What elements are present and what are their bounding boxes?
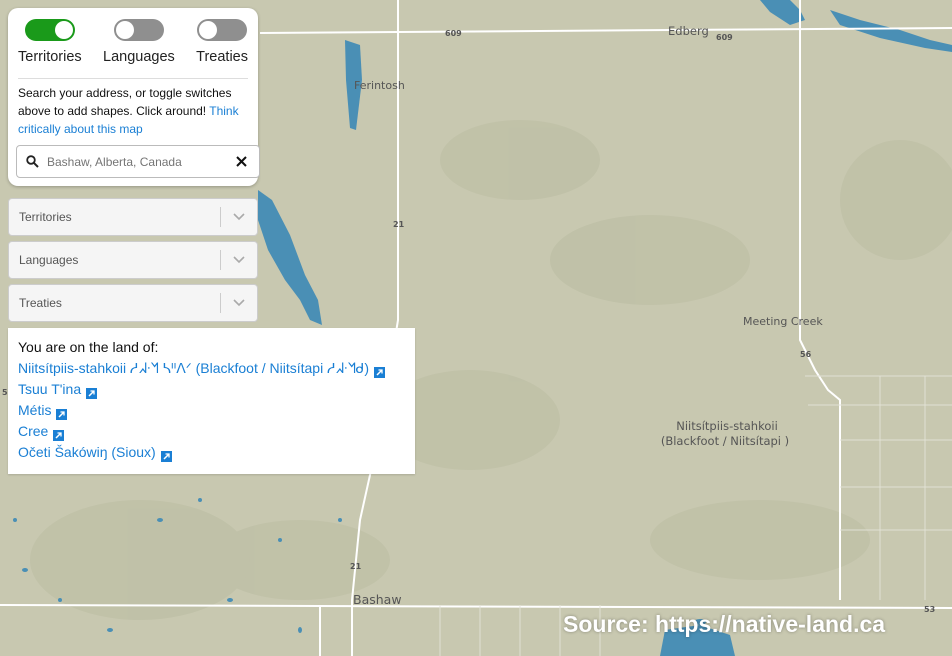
territory-label-subtitle: (Blackfoot / Niitsítapi ) — [661, 434, 789, 448]
switch-knob — [54, 21, 73, 39]
panel-divider — [18, 78, 248, 79]
land-of-panel: You are on the land of: Niitsítpiis-stah… — [8, 328, 415, 474]
land-of-title: You are on the land of: — [18, 339, 159, 355]
languages-dropdown[interactable]: Languages — [8, 241, 258, 279]
road-number: 609 — [716, 33, 733, 42]
land-item-label[interactable]: Očeti Šakówiŋ (Sioux) — [18, 442, 156, 463]
territories-switch[interactable] — [24, 19, 75, 41]
road-number: 53 — [924, 605, 935, 614]
address-search[interactable] — [16, 145, 260, 178]
treaties-dropdown[interactable]: Treaties — [8, 284, 258, 322]
land-item-tsuu-tina[interactable]: Tsuu T'ina — [18, 379, 405, 400]
treaties-switch[interactable] — [197, 19, 248, 41]
control-panel: Territories Languages Treaties Search yo… — [8, 8, 260, 186]
external-link-icon[interactable] — [53, 426, 65, 441]
chevron-down-icon[interactable] — [221, 299, 257, 307]
land-item-cree[interactable]: Cree — [18, 421, 405, 442]
toggle-treaties: Treaties — [196, 18, 248, 65]
chevron-down-icon[interactable] — [221, 256, 257, 264]
search-icon — [17, 155, 47, 168]
help-instructions: Search your address, or toggle switches … — [18, 86, 232, 118]
land-item-metis[interactable]: Métis — [18, 400, 405, 421]
languages-switch[interactable] — [113, 19, 164, 41]
external-link-icon[interactable] — [160, 447, 172, 462]
search-input[interactable] — [47, 154, 227, 169]
toggle-row: Territories Languages Treaties — [8, 8, 258, 65]
dropdown-label: Treaties — [19, 296, 62, 310]
toggle-label-treaties: Treaties — [196, 49, 248, 65]
toggle-label-territories: Territories — [18, 49, 82, 65]
place-edberg: Edberg — [668, 24, 709, 38]
land-item-label[interactable]: Niitsítpiis-stahkoii ᓱᖽᐧᖿ ᓴᐦᐱᐟ (Blackfoo… — [18, 358, 369, 379]
switch-knob — [115, 21, 134, 39]
switch-knob — [199, 21, 218, 39]
land-item-label[interactable]: Tsuu T'ina — [18, 379, 81, 400]
place-meeting-creek: Meeting Creek — [743, 315, 823, 328]
land-item-sioux[interactable]: Očeti Šakówiŋ (Sioux) — [18, 442, 405, 463]
place-ferintosh: Ferintosh — [354, 79, 405, 92]
toggle-label-languages: Languages — [103, 49, 175, 65]
external-link-icon[interactable] — [56, 405, 68, 420]
external-link-icon[interactable] — [374, 363, 386, 378]
territories-dropdown[interactable]: Territories — [8, 198, 258, 236]
source-caption: Source: https://native-land.ca — [563, 611, 886, 637]
chevron-down-icon[interactable] — [221, 213, 257, 221]
road-number: 609 — [445, 29, 462, 38]
help-text: Search your address, or toggle switches … — [18, 84, 253, 138]
dropdown-label: Languages — [19, 253, 79, 267]
territory-label-name: Niitsítpiis-stahkoii — [676, 419, 778, 433]
land-item-blackfoot[interactable]: Niitsítpiis-stahkoii ᓱᖽᐧᖿ ᓴᐦᐱᐟ (Blackfoo… — [18, 358, 405, 379]
road-number: 21 — [350, 562, 362, 571]
land-item-label[interactable]: Métis — [18, 400, 51, 421]
place-bashaw: Bashaw — [353, 592, 402, 607]
land-item-label[interactable]: Cree — [18, 421, 48, 442]
road-number: 21 — [393, 220, 405, 229]
toggle-languages: Languages — [103, 18, 175, 65]
external-link-icon[interactable] — [86, 384, 98, 399]
toggle-territories: Territories — [18, 18, 82, 65]
close-icon[interactable] — [227, 156, 255, 167]
road-number: 56 — [800, 350, 812, 359]
dropdown-label: Territories — [19, 210, 72, 224]
